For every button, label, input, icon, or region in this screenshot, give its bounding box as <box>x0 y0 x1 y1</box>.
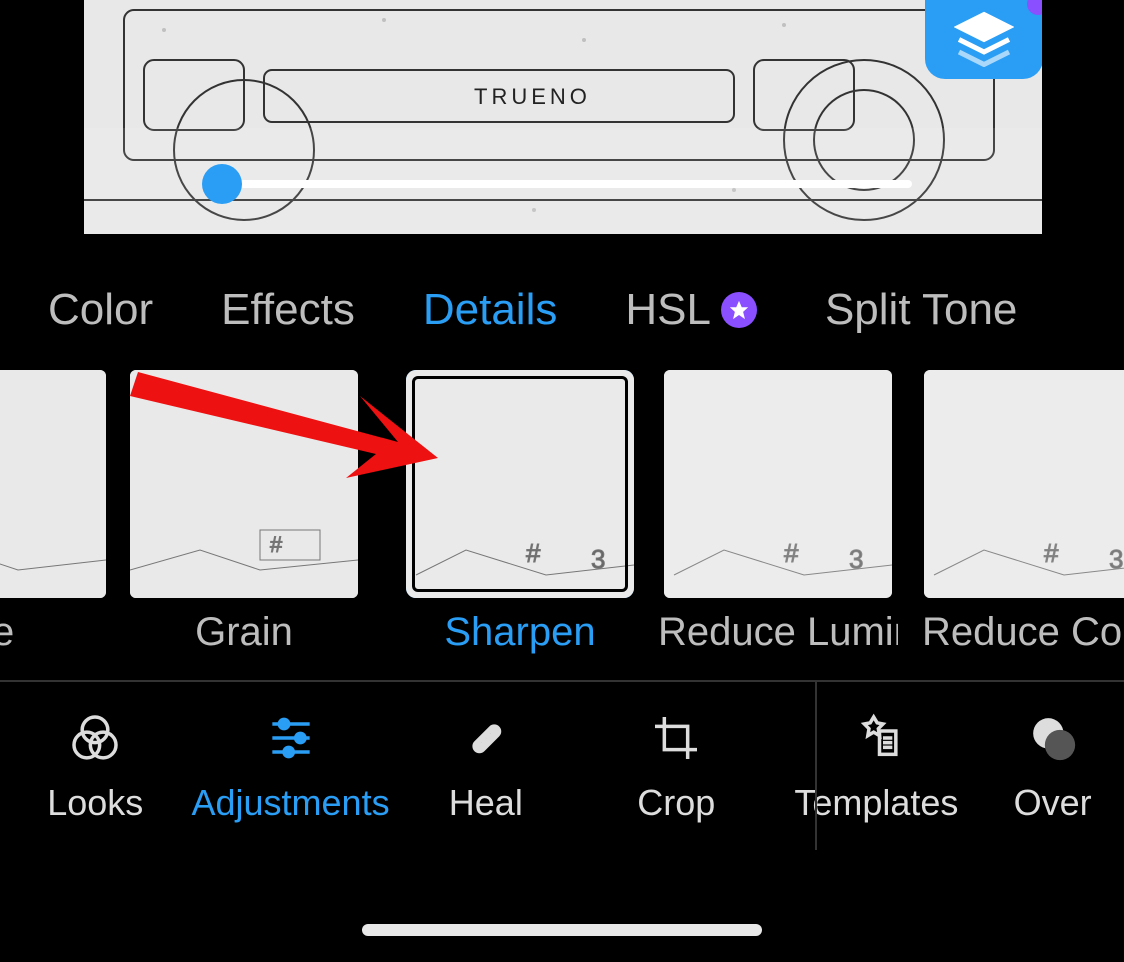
thumb-preview: # <box>130 370 358 598</box>
tool-label: Adjustments <box>191 782 389 824</box>
thumb-preview: #3 <box>924 370 1124 598</box>
tool-templates[interactable]: Templates <box>772 708 982 824</box>
tab-label: HSL <box>625 285 711 335</box>
thumb-preview: #3 <box>664 370 892 598</box>
svg-text:3: 3 <box>591 544 605 574</box>
svg-text:3: 3 <box>849 544 863 574</box>
tab-effects[interactable]: Effects <box>221 285 355 335</box>
bandage-icon <box>458 708 514 768</box>
tool-label: Templates <box>794 782 958 824</box>
home-indicator[interactable] <box>362 924 762 936</box>
slider-thumb[interactable] <box>202 164 242 204</box>
tool-looks[interactable]: Looks <box>0 708 191 824</box>
svg-text:#: # <box>270 532 283 557</box>
thumb-item-reduce-luminance[interactable]: #3 Reduce Lumina <box>658 370 898 655</box>
tool-label: Looks <box>47 782 143 824</box>
tab-hsl[interactable]: HSL <box>625 285 757 335</box>
thumb-label: de <box>0 610 14 655</box>
toolbar-divider <box>815 682 817 850</box>
adjustment-slider[interactable] <box>84 128 1042 234</box>
overlay-icon <box>1025 708 1081 768</box>
tab-label: Details <box>423 285 558 335</box>
thumb-item-reduce-color[interactable]: #3 Reduce Colo <box>922 370 1124 655</box>
layers-icon <box>954 7 1014 72</box>
thumb-item-fade[interactable]: de <box>0 370 106 655</box>
svg-text:3: 3 <box>1109 544 1123 574</box>
tab-label: Effects <box>221 285 355 335</box>
thumb-label: Sharpen <box>444 610 595 655</box>
svg-text:#: # <box>784 538 799 568</box>
tool-label: Heal <box>449 782 523 824</box>
thumb-preview: #3 <box>406 370 634 598</box>
tab-label: Split Tone <box>825 285 1017 335</box>
bottom-toolbar: Looks Adjustments Heal Crop Templates <box>0 680 1124 850</box>
tool-adjustments[interactable]: Adjustments <box>191 708 391 824</box>
tool-label: Crop <box>637 782 715 824</box>
crop-icon <box>648 708 704 768</box>
thumb-label: Grain <box>195 610 293 655</box>
tab-split-tone[interactable]: Split Tone <box>825 285 1017 335</box>
thumb-item-grain[interactable]: # Grain <box>130 370 358 655</box>
tool-overlays[interactable]: Over <box>981 708 1124 824</box>
thumb-label: Reduce Colo <box>922 610 1124 655</box>
tab-color[interactable]: Color <box>48 285 153 335</box>
notification-dot-icon <box>1027 0 1042 15</box>
slider-track <box>214 180 912 188</box>
tool-crop[interactable]: Crop <box>581 708 772 824</box>
adjustment-category-tabs: Color Effects Details HSL Split Tone <box>0 272 1124 348</box>
svg-text:TRUENO: TRUENO <box>474 84 591 109</box>
tab-label: Color <box>48 285 153 335</box>
thumb-item-sharpen[interactable]: #3 Sharpen <box>406 370 634 655</box>
svg-text:#: # <box>526 538 541 568</box>
premium-star-icon <box>721 292 757 328</box>
tool-label: Over <box>1014 782 1092 824</box>
venn-icon <box>67 708 123 768</box>
svg-text:#: # <box>1044 538 1059 568</box>
image-preview[interactable]: TRUENO <box>84 0 1042 234</box>
layers-button[interactable] <box>925 0 1042 79</box>
thumb-label: Reduce Lumina <box>658 610 898 655</box>
adjustment-thumbnails: de # Grain #3 Sharpen #3 Reduce Lumina #… <box>0 370 1124 660</box>
templates-icon <box>848 708 904 768</box>
sliders-icon <box>263 708 319 768</box>
tool-heal[interactable]: Heal <box>391 708 582 824</box>
tab-details[interactable]: Details <box>423 285 558 335</box>
thumb-preview <box>0 370 106 598</box>
